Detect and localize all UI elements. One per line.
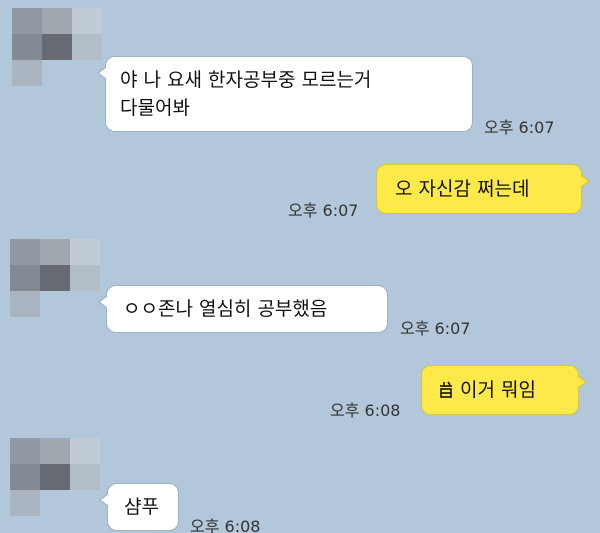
message-timestamp: 오후 6:07 bbox=[484, 118, 555, 137]
message-text: 야 나 요새 한자공부중 모르는거 bbox=[120, 69, 372, 91]
message-text: 이거 뭐임 bbox=[460, 379, 536, 401]
profile-avatar[interactable] bbox=[10, 438, 100, 516]
message-text: 오 자신감 쩌는데 bbox=[395, 178, 530, 200]
incoming-message-bubble[interactable]: 야 나 요새 한자공부중 모르는거 다물어봐 bbox=[97, 56, 473, 132]
outgoing-message-bubble[interactable]: 오 자신감 쩌는데 bbox=[376, 164, 590, 214]
chat-window: 야 나 요새 한자공부중 모르는거 다물어봐 오후 6:07 오후 6:07 오… bbox=[0, 0, 600, 533]
message-timestamp: 오후 6:08 bbox=[330, 401, 401, 420]
hanja-character-icon bbox=[440, 381, 452, 398]
profile-avatar[interactable] bbox=[12, 8, 102, 86]
incoming-message-bubble[interactable]: 샴푸 bbox=[99, 483, 179, 531]
message-text: 다물어봐 bbox=[120, 97, 190, 119]
message-timestamp: 오후 6:07 bbox=[400, 319, 471, 338]
message-text: 샴푸 bbox=[124, 496, 159, 518]
incoming-message-bubble[interactable]: ㅇㅇ존나 열심히 공부했음 bbox=[98, 285, 388, 333]
message-timestamp: 오후 6:07 bbox=[288, 201, 359, 220]
profile-avatar[interactable] bbox=[10, 239, 100, 317]
outgoing-message-bubble[interactable]: 이거 뭐임 bbox=[421, 365, 587, 415]
message-line: 이거 뭐임 bbox=[438, 376, 562, 404]
message-timestamp: 오후 6:08 bbox=[190, 517, 261, 533]
message-text: ㅇㅇ존나 열심히 공부했음 bbox=[123, 298, 328, 320]
